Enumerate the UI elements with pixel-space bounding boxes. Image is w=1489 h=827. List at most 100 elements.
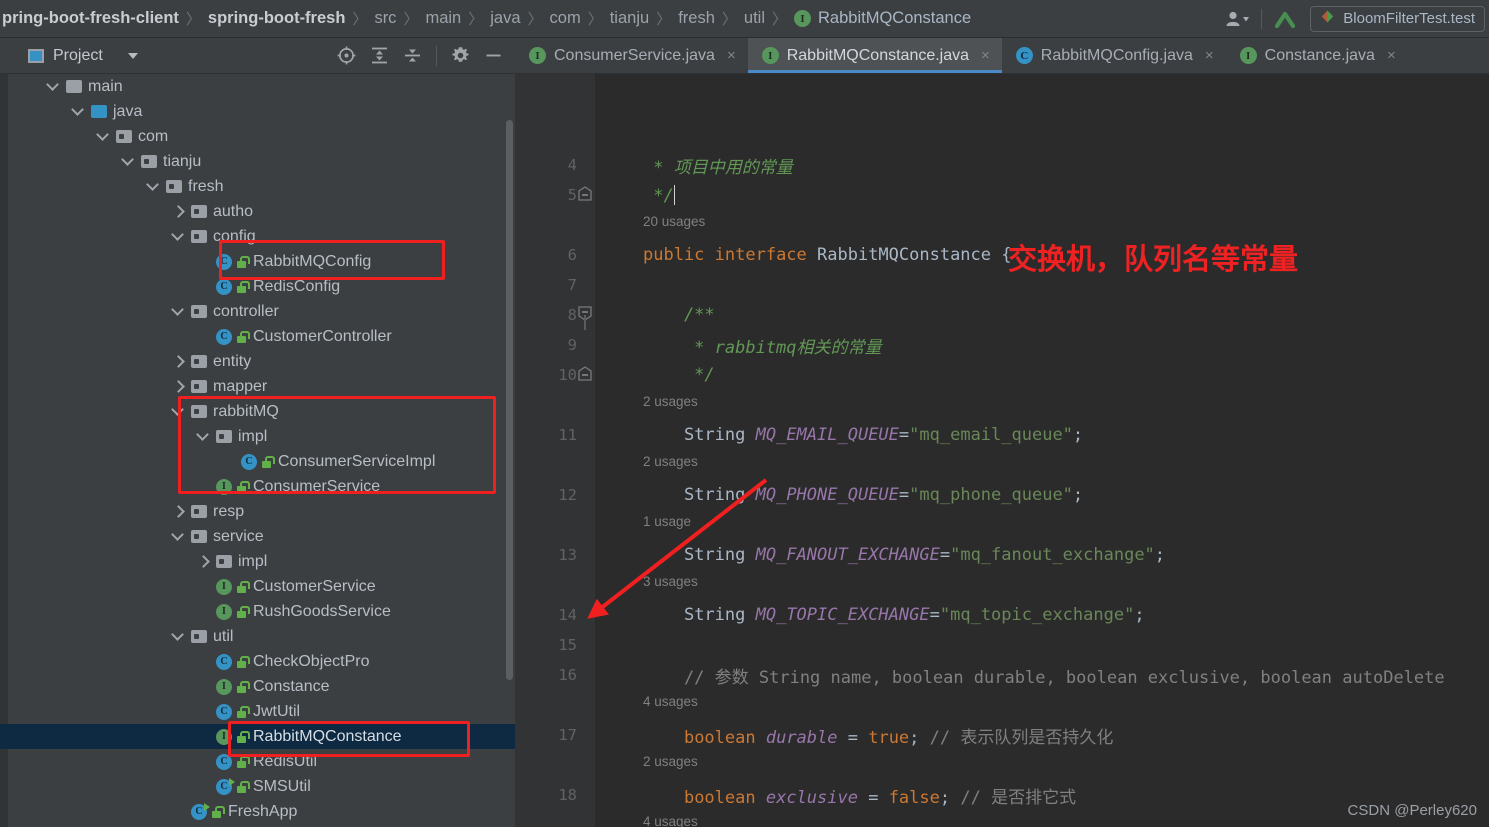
usage-hint[interactable]: 2 usages bbox=[643, 394, 698, 409]
chevron-right-icon[interactable] bbox=[172, 205, 185, 218]
tree-node-constance[interactable]: I Constance bbox=[0, 674, 330, 699]
code-editor[interactable]: 4 * 项目中用的常量 5 */ 20 usages 6 public interfac… bbox=[515, 74, 1489, 827]
tree-node-util[interactable]: util bbox=[0, 624, 233, 649]
scroll-from-source-icon[interactable] bbox=[337, 46, 356, 65]
close-icon[interactable]: × bbox=[1205, 47, 1214, 64]
chevron-down-icon[interactable] bbox=[172, 230, 185, 243]
usage-hint[interactable]: 1 usage bbox=[643, 514, 691, 529]
close-icon[interactable]: × bbox=[1387, 47, 1396, 64]
tree-node-rabbitmqconfig[interactable]: C RabbitMQConfig bbox=[0, 249, 371, 274]
close-icon[interactable]: × bbox=[981, 47, 990, 64]
editor-tab-constance-java[interactable]: I Constance.java × bbox=[1226, 38, 1408, 73]
project-tree-scrollbar[interactable] bbox=[506, 120, 513, 680]
editor-tab-consumerservice-java[interactable]: I ConsumerService.java × bbox=[515, 38, 748, 73]
code-line[interactable]: 15 bbox=[515, 630, 1489, 660]
chevron-down-icon[interactable] bbox=[172, 530, 185, 543]
chevron-down-icon[interactable] bbox=[172, 405, 185, 418]
tree-node-main[interactable]: main bbox=[0, 74, 123, 99]
green-arrow-up-icon[interactable] bbox=[1272, 7, 1300, 31]
usage-hint[interactable]: 4 usages bbox=[643, 694, 698, 709]
project-title-group[interactable]: Project bbox=[0, 47, 138, 65]
breadcrumb-item-src[interactable]: src bbox=[374, 9, 396, 28]
chevron-right-icon[interactable] bbox=[172, 380, 185, 393]
fold-expand-icon[interactable] bbox=[578, 186, 592, 201]
tree-node-checkobjectpro[interactable]: C CheckObjectPro bbox=[0, 649, 370, 674]
editor-tab-rabbitmqconfig-java[interactable]: C RabbitMQConfig.java × bbox=[1002, 38, 1226, 73]
run-configuration-selector[interactable]: BloomFilterTest.test bbox=[1310, 5, 1485, 32]
chevron-down-icon[interactable] bbox=[127, 52, 138, 59]
tree-node-smsutil[interactable]: C SMSUtil bbox=[0, 774, 311, 799]
chevron-down-icon[interactable] bbox=[172, 630, 185, 643]
editor-tab-rabbitmqconstance-java[interactable]: I RabbitMQConstance.java × bbox=[747, 38, 1002, 73]
breadcrumb-item-util[interactable]: util bbox=[744, 9, 765, 28]
tree-node-java[interactable]: java bbox=[0, 99, 142, 124]
tree-node-rushgoodsservice[interactable]: I RushGoodsService bbox=[0, 599, 391, 624]
code-line[interactable]: 11 String MQ_EMAIL_QUEUE="mq_email_queue… bbox=[515, 420, 1489, 450]
hide-icon[interactable] bbox=[484, 46, 503, 65]
code-content[interactable]: 4 * 项目中用的常量 5 */ 20 usages 6 public interfac… bbox=[515, 74, 1489, 827]
usage-hint[interactable]: 3 usages bbox=[643, 574, 698, 589]
tree-node-rabbitmq[interactable]: rabbitMQ bbox=[0, 399, 279, 424]
breadcrumb-item-main[interactable]: main bbox=[425, 9, 461, 28]
user-settings-icon[interactable] bbox=[1225, 10, 1251, 28]
breadcrumb-item-java[interactable]: java bbox=[490, 9, 520, 28]
tree-node-controller[interactable]: controller bbox=[0, 299, 279, 324]
chevron-down-icon[interactable] bbox=[97, 130, 110, 143]
tree-node-com[interactable]: com bbox=[0, 124, 168, 149]
tree-node-customercontroller[interactable]: C CustomerController bbox=[0, 324, 392, 349]
code-line[interactable]: 17 boolean durable = true; // 表示队列是否持久化 bbox=[515, 720, 1489, 750]
chevron-down-icon[interactable] bbox=[72, 105, 85, 118]
chevron-down-icon[interactable] bbox=[172, 305, 185, 318]
usage-hint[interactable]: 2 usages bbox=[643, 754, 698, 769]
tree-node-jwtutil[interactable]: C JwtUtil bbox=[0, 699, 300, 724]
tree-node-consumerservice[interactable]: I ConsumerService bbox=[0, 474, 380, 499]
tree-node-mapper[interactable]: mapper bbox=[0, 374, 267, 399]
usage-hint[interactable]: 4 usages bbox=[643, 814, 698, 827]
code-line[interactable]: 10 */ bbox=[515, 360, 1489, 390]
tree-node-redisutil[interactable]: C RedisUtil bbox=[0, 749, 317, 774]
chevron-down-icon[interactable] bbox=[197, 430, 210, 443]
chevron-right-icon[interactable] bbox=[172, 355, 185, 368]
tree-node-resp[interactable]: resp bbox=[0, 499, 244, 524]
usage-hint[interactable]: 20 usages bbox=[643, 214, 705, 229]
close-icon[interactable]: × bbox=[727, 47, 736, 64]
tree-node-entity[interactable]: entity bbox=[0, 349, 251, 374]
tree-node-rabbitmqconstance[interactable]: I RabbitMQConstance bbox=[0, 724, 515, 749]
code-line[interactable]: 16 // 参数 String name, boolean durable, b… bbox=[515, 660, 1489, 690]
tree-node-fresh[interactable]: fresh bbox=[0, 174, 224, 199]
fold-expand-icon[interactable] bbox=[578, 366, 592, 381]
code-line[interactable]: 6 public interface RabbitMQConstance { bbox=[515, 240, 1489, 270]
code-line[interactable]: 8 /** bbox=[515, 300, 1489, 330]
breadcrumb-item-tianju[interactable]: tianju bbox=[610, 9, 649, 28]
chevron-down-icon[interactable] bbox=[122, 155, 135, 168]
code-line[interactable]: 14 String MQ_TOPIC_EXCHANGE="mq_topic_ex… bbox=[515, 600, 1489, 630]
code-line[interactable]: 13 String MQ_FANOUT_EXCHANGE="mq_fanout_… bbox=[515, 540, 1489, 570]
tree-node-consumerserviceimpl[interactable]: C ConsumerServiceImpl bbox=[0, 449, 435, 474]
tree-node-service[interactable]: service bbox=[0, 524, 264, 549]
tree-node-impl[interactable]: impl bbox=[0, 549, 267, 574]
tree-node-customerservice[interactable]: I CustomerService bbox=[0, 574, 376, 599]
tree-node-tianju[interactable]: tianju bbox=[0, 149, 201, 174]
chevron-right-icon[interactable] bbox=[172, 505, 185, 518]
tree-node-redisconfig[interactable]: C RedisConfig bbox=[0, 274, 340, 299]
breadcrumb-item-com[interactable]: com bbox=[550, 9, 581, 28]
code-line[interactable]: 12 String MQ_PHONE_QUEUE="mq_phone_queue… bbox=[515, 480, 1489, 510]
expand-all-icon[interactable] bbox=[370, 46, 389, 65]
code-line[interactable]: 7 bbox=[515, 270, 1489, 300]
tree-node-impl[interactable]: impl bbox=[0, 424, 267, 449]
tree-node-config[interactable]: config bbox=[0, 224, 256, 249]
breadcrumb-item-pring-boot-fresh-client[interactable]: pring-boot-fresh-client bbox=[2, 9, 179, 28]
breadcrumb-item-spring-boot-fresh[interactable]: spring-boot-fresh bbox=[208, 9, 346, 28]
code-line[interactable]: 9 * rabbitmq相关的常量 bbox=[515, 330, 1489, 360]
code-line[interactable]: 18 boolean exclusive = false; // 是否排它式 bbox=[515, 780, 1489, 810]
gear-icon[interactable] bbox=[451, 46, 470, 65]
code-line[interactable]: 5 */ bbox=[515, 180, 1489, 210]
tree-node-freshapp[interactable]: C FreshApp bbox=[0, 799, 297, 824]
collapse-all-icon[interactable] bbox=[403, 46, 422, 65]
code-line[interactable]: 4 * 项目中用的常量 bbox=[515, 150, 1489, 180]
chevron-right-icon[interactable] bbox=[197, 555, 210, 568]
breadcrumb-current-file[interactable]: I RabbitMQConstance bbox=[794, 9, 971, 28]
chevron-down-icon[interactable] bbox=[147, 180, 160, 193]
chevron-down-icon[interactable] bbox=[47, 80, 60, 93]
usage-hint[interactable]: 2 usages bbox=[643, 454, 698, 469]
